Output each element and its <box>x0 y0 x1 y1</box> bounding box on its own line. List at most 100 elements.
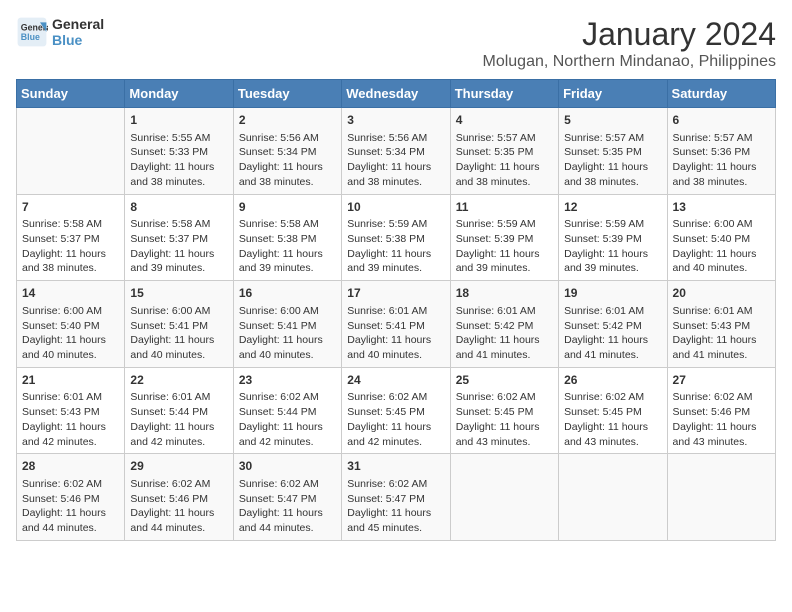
day-number: 31 <box>347 458 444 475</box>
day-number: 17 <box>347 285 444 302</box>
calendar-cell: 22Sunrise: 6:01 AMSunset: 5:44 PMDayligh… <box>125 367 233 454</box>
calendar-cell: 3 Sunrise: 5:56 AMSunset: 5:34 PMDaylight… <box>342 108 450 195</box>
cell-content: Sunrise: 5:58 AMSunset: 5:37 PMDaylight:… <box>22 217 119 276</box>
day-number: 1 <box>130 112 227 129</box>
cell-content: Sunrise: 5:57 AMSunset: 5:36 PMDaylight:… <box>673 131 770 190</box>
calendar-cell: 14Sunrise: 6:00 AMSunset: 5:40 PMDayligh… <box>17 281 125 368</box>
day-number: 21 <box>22 372 119 389</box>
calendar-cell <box>559 454 667 541</box>
cell-content: Sunrise: 5:57 AMSunset: 5:35 PMDaylight:… <box>564 131 661 190</box>
calendar-cell <box>17 108 125 195</box>
calendar-cell: 21Sunrise: 6:01 AMSunset: 5:43 PMDayligh… <box>17 367 125 454</box>
logo-text-blue: Blue <box>52 32 104 48</box>
cell-content: Sunrise: 5:59 AMSunset: 5:38 PMDaylight:… <box>347 217 444 276</box>
calendar-week-row: 1 Sunrise: 5:55 AMSunset: 5:33 PMDaylight… <box>17 108 776 195</box>
calendar-cell: 19Sunrise: 6:01 AMSunset: 5:42 PMDayligh… <box>559 281 667 368</box>
cell-content: Sunrise: 6:02 AMSunset: 5:46 PMDaylight:… <box>673 390 770 449</box>
day-number: 29 <box>130 458 227 475</box>
calendar-week-row: 14Sunrise: 6:00 AMSunset: 5:40 PMDayligh… <box>17 281 776 368</box>
day-number: 16 <box>239 285 336 302</box>
calendar-cell: 24Sunrise: 6:02 AMSunset: 5:45 PMDayligh… <box>342 367 450 454</box>
header-cell-sunday: Sunday <box>17 80 125 108</box>
day-number: 13 <box>673 199 770 216</box>
calendar-cell: 6 Sunrise: 5:57 AMSunset: 5:36 PMDaylight… <box>667 108 775 195</box>
cell-content: Sunrise: 5:56 AMSunset: 5:34 PMDaylight:… <box>239 131 336 190</box>
day-number: 10 <box>347 199 444 216</box>
day-number: 23 <box>239 372 336 389</box>
calendar-table: SundayMondayTuesdayWednesdayThursdayFrid… <box>16 79 776 541</box>
day-number: 3 <box>347 112 444 129</box>
day-number: 30 <box>239 458 336 475</box>
day-number: 11 <box>456 199 553 216</box>
day-number: 4 <box>456 112 553 129</box>
cell-content: Sunrise: 6:02 AMSunset: 5:46 PMDaylight:… <box>22 477 119 536</box>
cell-content: Sunrise: 5:59 AMSunset: 5:39 PMDaylight:… <box>564 217 661 276</box>
day-number: 7 <box>22 199 119 216</box>
cell-content: Sunrise: 6:02 AMSunset: 5:45 PMDaylight:… <box>456 390 553 449</box>
header-cell-thursday: Thursday <box>450 80 558 108</box>
cell-content: Sunrise: 6:01 AMSunset: 5:41 PMDaylight:… <box>347 304 444 363</box>
calendar-week-row: 28Sunrise: 6:02 AMSunset: 5:46 PMDayligh… <box>17 454 776 541</box>
cell-content: Sunrise: 6:02 AMSunset: 5:45 PMDaylight:… <box>564 390 661 449</box>
day-number: 6 <box>673 112 770 129</box>
calendar-cell: 7Sunrise: 5:58 AMSunset: 5:37 PMDaylight… <box>17 194 125 281</box>
header-cell-friday: Friday <box>559 80 667 108</box>
day-number: 22 <box>130 372 227 389</box>
calendar-cell: 10Sunrise: 5:59 AMSunset: 5:38 PMDayligh… <box>342 194 450 281</box>
day-number: 8 <box>130 199 227 216</box>
cell-content: Sunrise: 5:58 AMSunset: 5:38 PMDaylight:… <box>239 217 336 276</box>
cell-content: Sunrise: 6:02 AMSunset: 5:47 PMDaylight:… <box>347 477 444 536</box>
calendar-week-row: 21Sunrise: 6:01 AMSunset: 5:43 PMDayligh… <box>17 367 776 454</box>
day-number: 18 <box>456 285 553 302</box>
calendar-cell: 23Sunrise: 6:02 AMSunset: 5:44 PMDayligh… <box>233 367 341 454</box>
header-cell-saturday: Saturday <box>667 80 775 108</box>
cell-content: Sunrise: 6:00 AMSunset: 5:41 PMDaylight:… <box>130 304 227 363</box>
calendar-subtitle: Molugan, Northern Mindanao, Philippines <box>482 53 776 71</box>
calendar-cell: 12Sunrise: 5:59 AMSunset: 5:39 PMDayligh… <box>559 194 667 281</box>
cell-content: Sunrise: 6:02 AMSunset: 5:45 PMDaylight:… <box>347 390 444 449</box>
day-number: 26 <box>564 372 661 389</box>
svg-text:Blue: Blue <box>21 32 40 42</box>
calendar-cell: 28Sunrise: 6:02 AMSunset: 5:46 PMDayligh… <box>17 454 125 541</box>
cell-content: Sunrise: 6:01 AMSunset: 5:43 PMDaylight:… <box>22 390 119 449</box>
day-number: 19 <box>564 285 661 302</box>
calendar-title: January 2024 <box>482 16 776 53</box>
calendar-cell: 18 Sunrise: 6:01 AMSunset: 5:42 PMDayligh… <box>450 281 558 368</box>
day-number: 9 <box>239 199 336 216</box>
cell-content: Sunrise: 6:00 AMSunset: 5:41 PMDaylight:… <box>239 304 336 363</box>
day-number: 2 <box>239 112 336 129</box>
header-cell-wednesday: Wednesday <box>342 80 450 108</box>
header-cell-tuesday: Tuesday <box>233 80 341 108</box>
cell-content: Sunrise: 6:01 AMSunset: 5:44 PMDaylight:… <box>130 390 227 449</box>
day-number: 5 <box>564 112 661 129</box>
cell-content: Sunrise: 6:02 AMSunset: 5:46 PMDaylight:… <box>130 477 227 536</box>
day-number: 12 <box>564 199 661 216</box>
calendar-cell: 20 Sunrise: 6:01 AMSunset: 5:43 PMDayligh… <box>667 281 775 368</box>
cell-content: Sunrise: 6:00 AMSunset: 5:40 PMDaylight:… <box>673 217 770 276</box>
cell-content: Sunrise: 6:01 AMSunset: 5:42 PMDaylight:… <box>456 304 553 363</box>
header-cell-monday: Monday <box>125 80 233 108</box>
calendar-cell: 11Sunrise: 5:59 AMSunset: 5:39 PMDayligh… <box>450 194 558 281</box>
logo-icon: General Blue <box>16 16 48 48</box>
calendar-cell: 2 Sunrise: 5:56 AMSunset: 5:34 PMDaylight… <box>233 108 341 195</box>
page-header: General Blue General Blue January 2024 M… <box>16 16 776 71</box>
day-number: 20 <box>673 285 770 302</box>
calendar-cell: 31 Sunrise: 6:02 AMSunset: 5:47 PMDayligh… <box>342 454 450 541</box>
calendar-cell: 13Sunrise: 6:00 AMSunset: 5:40 PMDayligh… <box>667 194 775 281</box>
calendar-cell: 9Sunrise: 5:58 AMSunset: 5:38 PMDaylight… <box>233 194 341 281</box>
cell-content: Sunrise: 5:56 AMSunset: 5:34 PMDaylight:… <box>347 131 444 190</box>
logo: General Blue General Blue <box>16 16 104 48</box>
calendar-cell <box>667 454 775 541</box>
calendar-cell: 8Sunrise: 5:58 AMSunset: 5:37 PMDaylight… <box>125 194 233 281</box>
calendar-cell: 5 Sunrise: 5:57 AMSunset: 5:35 PMDaylight… <box>559 108 667 195</box>
cell-content: Sunrise: 6:02 AMSunset: 5:44 PMDaylight:… <box>239 390 336 449</box>
cell-content: Sunrise: 6:01 AMSunset: 5:43 PMDaylight:… <box>673 304 770 363</box>
cell-content: Sunrise: 5:58 AMSunset: 5:37 PMDaylight:… <box>130 217 227 276</box>
calendar-header-row: SundayMondayTuesdayWednesdayThursdayFrid… <box>17 80 776 108</box>
cell-content: Sunrise: 5:55 AMSunset: 5:33 PMDaylight:… <box>130 131 227 190</box>
logo-text-general: General <box>52 16 104 32</box>
calendar-cell: 1 Sunrise: 5:55 AMSunset: 5:33 PMDaylight… <box>125 108 233 195</box>
cell-content: Sunrise: 6:02 AMSunset: 5:47 PMDaylight:… <box>239 477 336 536</box>
day-number: 15 <box>130 285 227 302</box>
cell-content: Sunrise: 5:57 AMSunset: 5:35 PMDaylight:… <box>456 131 553 190</box>
